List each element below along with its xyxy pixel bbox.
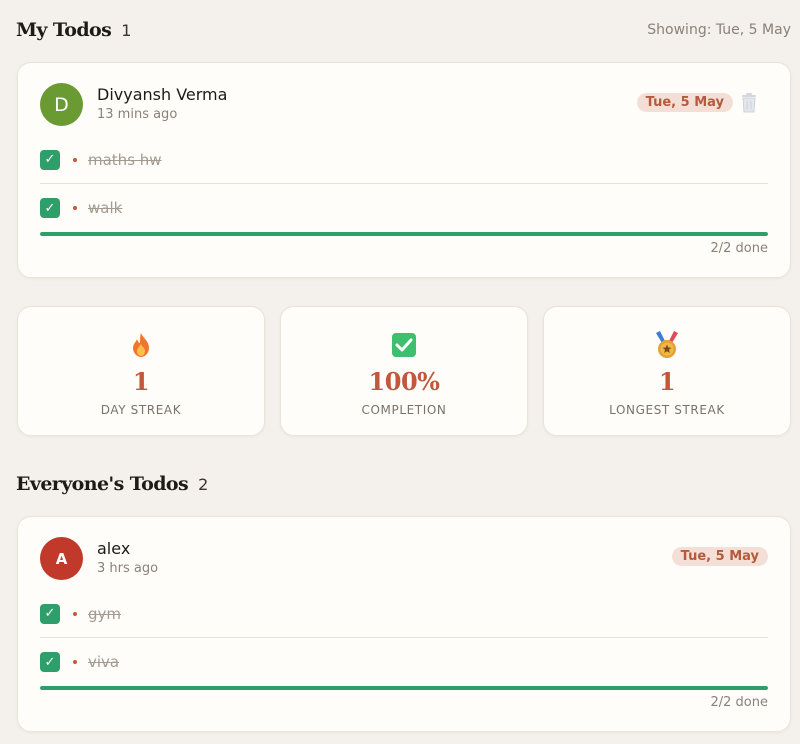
showing-date: Showing: Tue, 5 May	[647, 22, 791, 38]
trash-icon[interactable]	[740, 93, 758, 113]
progress-fill	[40, 232, 768, 236]
progress-bar	[40, 232, 768, 236]
todo-text: walk	[88, 199, 123, 217]
post-time: 13 mins ago	[97, 107, 178, 122]
progress-fill	[40, 686, 768, 690]
medal-icon	[653, 331, 681, 359]
todo-item: ✓ walk	[40, 184, 768, 232]
everyone-todo-card: A alex 3 hrs ago Tue, 5 May ✓ gym ✓ viva…	[17, 516, 791, 732]
fire-icon	[127, 331, 155, 359]
card-header: D Divyansh Verma 13 mins ago Tue, 5 May	[40, 83, 768, 127]
everyone-todos-count: 2	[198, 475, 209, 494]
date-badge: Tue, 5 May	[671, 547, 768, 566]
stat-value: 1	[658, 367, 676, 396]
user-name: Divyansh Verma	[97, 85, 228, 104]
progress-bar	[40, 686, 768, 690]
stat-label: DAY STREAK	[100, 403, 182, 417]
post-time: 3 hrs ago	[97, 561, 159, 576]
stat-label: COMPLETION	[361, 403, 447, 417]
todo-item: ✓ gym	[40, 590, 768, 638]
todo-item: ✓ maths hw	[40, 136, 768, 184]
avatar: D	[40, 83, 83, 126]
my-todo-card: D Divyansh Verma 13 mins ago Tue, 5 May …	[17, 62, 791, 278]
avatar: A	[40, 537, 83, 580]
todo-text: gym	[88, 604, 122, 623]
stat-value: 100%	[368, 367, 440, 396]
stat-longest-streak: 1 LONGEST STREAK	[543, 306, 791, 436]
my-todos-title: My Todos	[16, 19, 112, 41]
my-todos-title-group: My Todos 1	[16, 19, 131, 41]
my-todos-count: 1	[121, 21, 132, 40]
bullet-dot	[73, 660, 77, 664]
checkbox-checked[interactable]: ✓	[40, 603, 60, 624]
everyone-todos-title: Everyone's Todos	[16, 473, 189, 495]
checkbox-checked[interactable]: ✓	[40, 652, 60, 672]
my-todos-header: My Todos 1 Showing: Tue, 5 May	[16, 17, 791, 43]
card-header: A alex 3 hrs ago Tue, 5 May	[40, 537, 768, 581]
user-name: alex	[97, 539, 131, 558]
stat-label: LONGEST STREAK	[609, 403, 725, 417]
todo-item: ✓ viva	[40, 638, 768, 686]
checkbox-checked[interactable]: ✓	[40, 149, 60, 170]
stat-day-streak: 1 DAY STREAK	[17, 306, 265, 436]
done-count: 2/2 done	[710, 241, 769, 256]
date-badge: Tue, 5 May	[636, 93, 733, 112]
everyone-title-group: Everyone's Todos 2	[16, 473, 208, 495]
done-count: 2/2 done	[710, 695, 769, 710]
stat-completion: 100% COMPLETION	[280, 306, 528, 436]
bullet-dot	[73, 157, 77, 162]
stat-value: 1	[132, 367, 150, 396]
check-box-icon	[390, 331, 418, 359]
checkbox-checked[interactable]: ✓	[40, 198, 60, 218]
everyone-todos-header: Everyone's Todos 2	[16, 471, 791, 497]
todo-text: viva	[88, 653, 120, 671]
bullet-dot	[73, 611, 77, 616]
bullet-dot	[73, 206, 77, 210]
todo-text: maths hw	[88, 150, 162, 169]
